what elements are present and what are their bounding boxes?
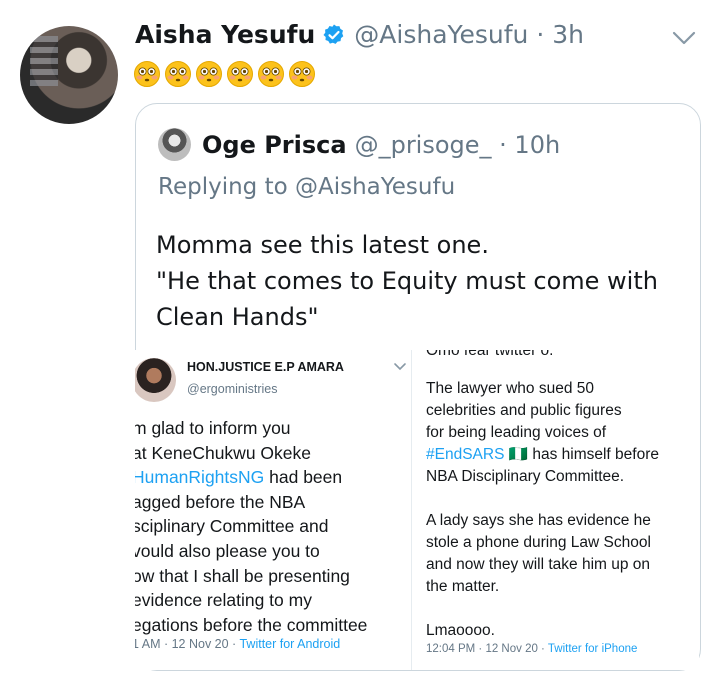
screenshot-text-line: The lawyer who sued 50 (426, 380, 595, 397)
screenshot-source-2: Twitter for iPhone (547, 643, 638, 655)
screenshot-source: Twitter for Android (239, 637, 341, 651)
screenshot-text-line: A lady says she has evidence he (426, 512, 651, 529)
author-name[interactable]: Aisha Yesufu (135, 20, 315, 49)
quoted-author-avatar (158, 128, 191, 161)
verified-badge-icon (323, 24, 344, 44)
quoted-author-name: Oge Prisca (202, 130, 347, 159)
quoted-author-row: Oge Prisca @_prisoge_ · 10h (158, 128, 560, 161)
screenshot-text-line: at KeneChukwu Okeke (135, 442, 311, 463)
screenshot-timestamp-2: 12:04 PM · 12 Nov 20 · (426, 643, 548, 655)
screenshot-meta-2: 12:04 PM · 12 Nov 20 · Twitter for iPhon… (426, 643, 637, 655)
tweet-text-emojis (133, 60, 316, 88)
quoted-tweet-text: Momma see this latest one. "He that come… (156, 231, 658, 331)
flushed-face-emoji (134, 61, 160, 87)
screenshot-tweet-text-2: The lawyer who sued 50 celebrities and pu… (426, 378, 698, 642)
replying-to-label: Replying to (158, 174, 288, 200)
screenshot-text-line: #EndSARS 🇳🇬 has himself before (426, 446, 659, 463)
flushed-face-emoji (196, 61, 222, 87)
screenshot-meta: 1 AM · 12 Nov 20 · Twitter for Android (135, 637, 340, 651)
quoted-author-handle-timestamp: @_prisoge_ · 10h (354, 130, 561, 159)
flushed-face-emoji (289, 61, 315, 87)
screenshot-text-line: ow that I shall be presenting (135, 565, 350, 586)
screenshot-chevron-icon (394, 363, 406, 371)
screenshot-author-name: HON.JUSTICE E.P AMARA (187, 360, 344, 374)
attached-image-right[interactable]: Omo fear twitter o. The lawyer who sued … (414, 350, 699, 670)
flushed-face-emoji (165, 61, 191, 87)
flushed-face-emoji (227, 61, 253, 87)
screenshot-cut-text: Omo fear twitter o. (426, 350, 554, 359)
screenshot-author-handle: @ergoministries (187, 382, 278, 396)
screenshot-text-line: and now they will take him up on (426, 556, 651, 573)
flushed-face-emoji (258, 61, 284, 87)
screenshot-text-line: vould also please you to (135, 540, 320, 561)
screenshot-text-line: stole a phone during Law School (426, 534, 651, 551)
screenshot-text-line: celebrities and public figures (426, 402, 622, 419)
screenshot-text-line: for being leading voices of (426, 424, 607, 441)
screenshot-text-line: HumanRightsNG had been (135, 465, 411, 490)
author-handle-timestamp[interactable]: @AishaYesufu · 3h (354, 20, 584, 49)
screenshot-avatar (135, 358, 176, 402)
mention-link[interactable]: HumanRightsNG (135, 467, 264, 487)
replying-to-line: Replying to @AishaYesufu (158, 174, 455, 200)
replying-to-handle[interactable]: @AishaYesufu (295, 174, 455, 200)
chevron-down-icon[interactable] (670, 28, 698, 48)
screenshot-tweet-text: m glad to inform you at KeneChukwu Okeke H… (135, 416, 411, 637)
attached-image-left[interactable]: HON.JUSTICE E.P AMARA @ergoministries m … (135, 350, 412, 670)
screenshot-text-line: sciplinary Committee and (135, 516, 329, 537)
screenshot-text-line: evidence relating to my (135, 590, 312, 611)
author-avatar[interactable] (20, 26, 118, 124)
screenshot-text-line: the matter. (426, 578, 500, 595)
screenshot-timestamp: 1 AM · 12 Nov 20 · (135, 637, 240, 651)
screenshot-text-line: NBA Disciplinary Committee. (426, 468, 625, 485)
tweet-author-row: Aisha Yesufu @AishaYesufu · 3h (135, 20, 584, 49)
screenshot-text-line: m glad to inform you (135, 418, 291, 438)
screenshot-text-line: agged before the NBA (135, 491, 306, 512)
hashtag-link[interactable]: #EndSARS (426, 446, 504, 463)
screenshot-text-line: Lmaoooo. (426, 622, 495, 639)
screenshot-text-line: egations before the committee (135, 614, 368, 635)
